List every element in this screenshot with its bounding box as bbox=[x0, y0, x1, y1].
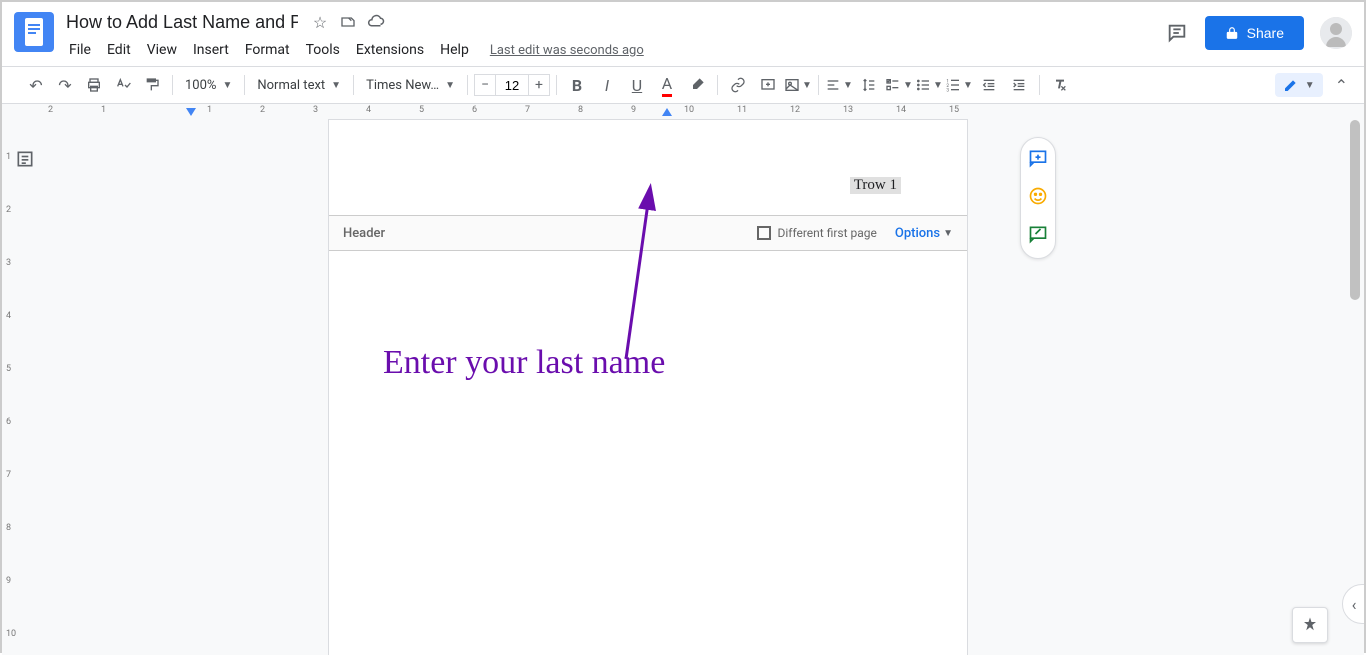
emoji-reaction-icon[interactable] bbox=[1028, 186, 1048, 210]
line-spacing-button[interactable] bbox=[855, 71, 883, 99]
increase-indent-button[interactable] bbox=[1005, 71, 1033, 99]
menu-tools[interactable]: Tools bbox=[299, 38, 347, 62]
menu-help[interactable]: Help bbox=[433, 38, 476, 62]
redo-button[interactable]: ↷ bbox=[51, 71, 79, 99]
menu-format[interactable]: Format bbox=[238, 38, 297, 62]
separator bbox=[467, 75, 468, 95]
decrease-indent-button[interactable] bbox=[975, 71, 1003, 99]
cloud-status-icon[interactable] bbox=[366, 12, 386, 32]
menu-edit[interactable]: Edit bbox=[100, 38, 138, 62]
undo-button[interactable]: ↶ bbox=[22, 71, 50, 99]
star-icon[interactable]: ☆ bbox=[310, 12, 330, 32]
numbered-list-button[interactable]: 123▼ bbox=[945, 71, 973, 99]
chevron-down-icon: ▼ bbox=[445, 80, 455, 91]
print-button[interactable] bbox=[80, 71, 108, 99]
paint-format-button[interactable] bbox=[138, 71, 166, 99]
docs-logo[interactable] bbox=[14, 12, 54, 52]
suggest-edit-icon[interactable] bbox=[1028, 224, 1048, 248]
bulleted-list-button[interactable]: ▼ bbox=[915, 71, 943, 99]
toolbar: ↶ ↷ 100%▼ Normal text▼ Times New…▼ − + B… bbox=[2, 66, 1364, 104]
share-button-label: Share bbox=[1247, 25, 1284, 41]
menu-extensions[interactable]: Extensions bbox=[349, 38, 431, 62]
font-size-decrease-button[interactable]: − bbox=[474, 74, 496, 96]
font-family-dropdown[interactable]: Times New…▼ bbox=[360, 72, 461, 98]
horizontal-ruler[interactable]: 21123456789101112131415 bbox=[48, 104, 1364, 119]
align-button[interactable]: ▼ bbox=[825, 71, 853, 99]
italic-button[interactable]: I bbox=[593, 71, 621, 99]
underline-button[interactable]: U bbox=[623, 71, 651, 99]
font-size-input[interactable] bbox=[496, 74, 528, 96]
chevron-down-icon: ▼ bbox=[331, 80, 341, 91]
insert-link-button[interactable] bbox=[724, 71, 752, 99]
header-footer-bar: Header Different first page Options ▼ bbox=[329, 215, 967, 251]
separator bbox=[556, 75, 557, 95]
chevron-down-icon: ▼ bbox=[1305, 80, 1315, 91]
separator bbox=[818, 75, 819, 95]
svg-text:3: 3 bbox=[946, 88, 949, 93]
header-options-dropdown[interactable]: Options ▼ bbox=[895, 226, 953, 241]
vertical-ruler[interactable]: 12345678910 bbox=[2, 119, 22, 655]
header-label: Header bbox=[343, 226, 385, 241]
editing-mode-button[interactable]: ▼ bbox=[1275, 73, 1323, 97]
menu-insert[interactable]: Insert bbox=[186, 38, 236, 62]
move-icon[interactable] bbox=[338, 12, 358, 32]
chevron-down-icon: ▼ bbox=[222, 80, 232, 91]
avatar[interactable] bbox=[1320, 17, 1352, 49]
insert-image-button[interactable]: ▼ bbox=[784, 71, 812, 99]
separator bbox=[717, 75, 718, 95]
document-title-input[interactable] bbox=[62, 10, 302, 35]
zoom-dropdown[interactable]: 100%▼ bbox=[179, 72, 238, 98]
comment-history-icon[interactable] bbox=[1165, 21, 1189, 45]
text-color-button[interactable]: A bbox=[653, 71, 681, 99]
checklist-button[interactable]: ▼ bbox=[885, 71, 913, 99]
separator bbox=[353, 75, 354, 95]
separator bbox=[172, 75, 173, 95]
spellcheck-button[interactable] bbox=[109, 71, 137, 99]
clear-formatting-button[interactable] bbox=[1046, 71, 1074, 99]
highlight-color-button[interactable] bbox=[683, 71, 711, 99]
comment-toolbar bbox=[1020, 137, 1056, 259]
menu-view[interactable]: View bbox=[140, 38, 184, 62]
paragraph-style-dropdown[interactable]: Normal text▼ bbox=[251, 72, 347, 98]
menu-file[interactable]: File bbox=[62, 38, 98, 62]
chevron-down-icon: ▼ bbox=[943, 228, 953, 239]
font-size-increase-button[interactable]: + bbox=[528, 74, 550, 96]
separator bbox=[244, 75, 245, 95]
add-comment-icon[interactable] bbox=[1028, 148, 1048, 172]
last-edit-link[interactable]: Last edit was seconds ago bbox=[490, 43, 644, 58]
page-header-text[interactable]: Trow 1 bbox=[850, 177, 901, 194]
insert-comment-button[interactable] bbox=[754, 71, 782, 99]
document-page[interactable]: Trow 1 Header Different first page Optio… bbox=[328, 119, 968, 655]
separator bbox=[1039, 75, 1040, 95]
hide-menus-button[interactable]: ⌃ bbox=[1331, 72, 1352, 99]
checkbox-icon bbox=[757, 226, 771, 240]
vertical-scrollbar[interactable] bbox=[1348, 120, 1362, 649]
explore-button[interactable] bbox=[1292, 607, 1328, 643]
share-button[interactable]: Share bbox=[1205, 16, 1304, 50]
bold-button[interactable]: B bbox=[563, 71, 591, 99]
different-first-page-checkbox[interactable]: Different first page bbox=[757, 226, 876, 240]
